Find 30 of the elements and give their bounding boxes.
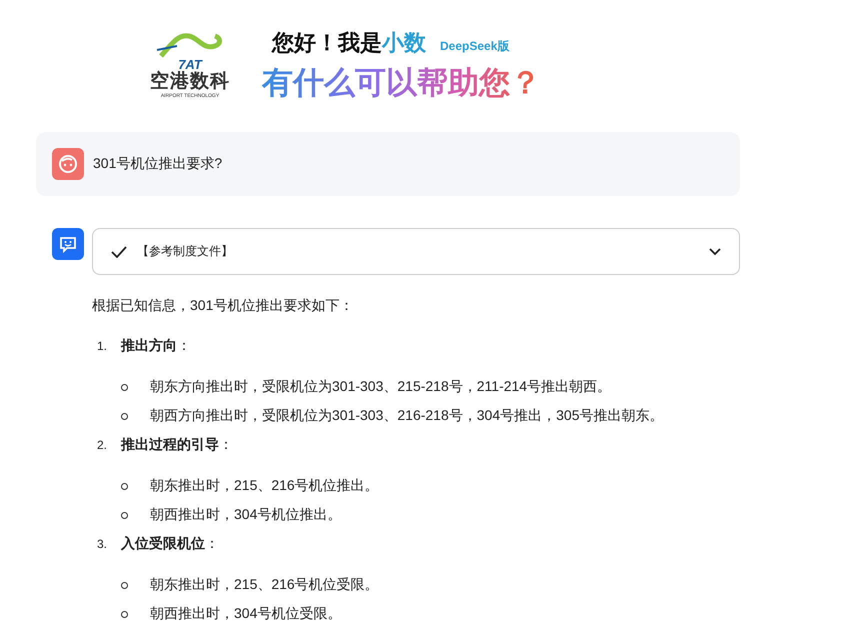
section-title: 入位受限机位：	[121, 535, 219, 553]
list-item: 朝西方向推出时，受限机位为301-303、216-218号，304号推出，305号推出朝东。	[150, 407, 664, 425]
section-title: 推出过程的引导：	[121, 436, 233, 454]
logo-mark: 7AT	[178, 58, 202, 71]
greeting: 您好！我是	[272, 29, 382, 57]
list-item: 朝西推出时，304号机位推出。	[150, 506, 342, 524]
bullet-icon	[121, 512, 128, 518]
reply-intro: 根据已知信息，301号机位推出要求如下：	[92, 296, 354, 315]
logo-name: 空港数科	[150, 71, 230, 93]
bullet-icon	[121, 610, 128, 618]
logo-swoosh-icon	[155, 32, 225, 58]
bullet-icon	[121, 384, 128, 390]
chevron-icon	[709, 248, 721, 256]
list-number: 3.	[96, 537, 108, 551]
list-item: 朝东方向推出时，受限机位为301-303、215-218号，211-214号推出朝西。	[150, 378, 612, 396]
chat-bot-icon	[52, 228, 84, 260]
list-number: 1.	[96, 339, 108, 353]
bullet-icon	[121, 582, 128, 588]
list-item: 朝东推出时，215、216号机位受限。	[150, 576, 379, 594]
list-item: 朝东推出时，215、216号机位推出。	[150, 477, 379, 495]
list-number: 2.	[96, 438, 108, 452]
user-message: 301号机位推出要求?	[93, 155, 222, 173]
user-avatar-icon	[52, 148, 84, 180]
section-title: 推出方向：	[121, 337, 191, 355]
bullet-icon	[121, 412, 128, 420]
edition-label: DeepSeek版	[440, 38, 510, 55]
assistant-name: 小数	[382, 29, 426, 57]
list-item: 朝西推出时，304号机位受限。	[150, 605, 342, 623]
bullet-icon	[121, 482, 128, 490]
reference-documents-toggle[interactable]: 【参考制度文件】	[92, 228, 740, 275]
